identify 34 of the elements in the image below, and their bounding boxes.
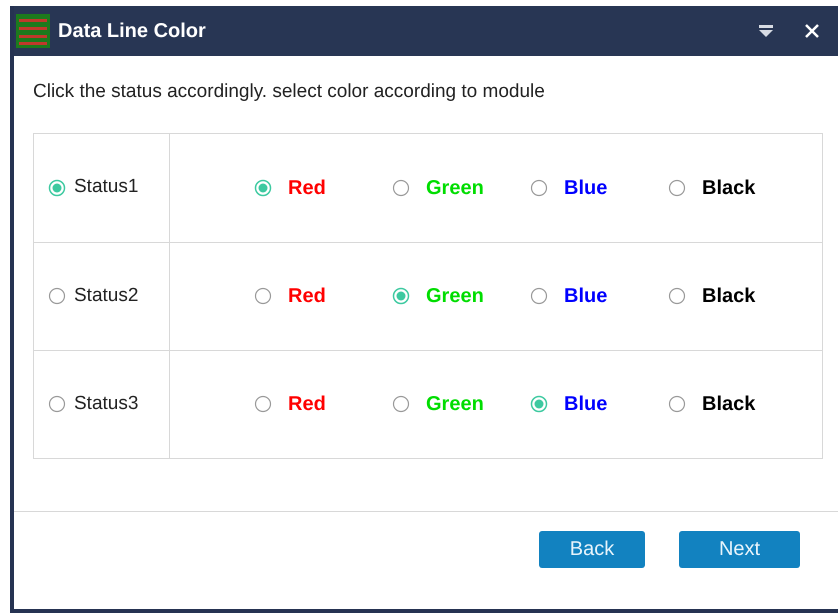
radio-button[interactable] bbox=[48, 178, 66, 196]
color-option-label[interactable]: Blue bbox=[564, 389, 608, 419]
radio-button[interactable] bbox=[392, 178, 410, 196]
color-option-label[interactable]: Red bbox=[288, 281, 326, 311]
radio-button[interactable] bbox=[392, 395, 410, 413]
radio-button[interactable] bbox=[48, 287, 66, 305]
next-button[interactable]: Next bbox=[679, 530, 800, 568]
circuit-board-icon bbox=[16, 14, 50, 48]
radio-button[interactable] bbox=[530, 395, 548, 413]
color-option-label[interactable]: Black bbox=[702, 281, 756, 311]
back-button[interactable]: Back bbox=[539, 530, 645, 568]
color-option-label[interactable]: Red bbox=[288, 389, 326, 419]
radio-button[interactable] bbox=[254, 287, 272, 305]
color-option-label[interactable]: Black bbox=[702, 389, 756, 419]
instruction-text: Click the status accordingly. select color according to module bbox=[33, 80, 546, 104]
color-option-label[interactable]: Black bbox=[702, 172, 756, 202]
radio-button[interactable] bbox=[530, 178, 548, 196]
window-title: Data Line Color bbox=[58, 19, 206, 44]
radio-button[interactable] bbox=[254, 178, 272, 196]
status-label[interactable]: Status3 bbox=[74, 390, 138, 418]
close-icon[interactable] bbox=[804, 23, 820, 39]
status-label[interactable]: Status1 bbox=[74, 173, 138, 202]
color-option-label[interactable]: Red bbox=[288, 172, 326, 202]
dropdown-icon[interactable] bbox=[758, 25, 774, 37]
color-option-label[interactable]: Blue bbox=[564, 172, 608, 202]
status-label[interactable]: Status2 bbox=[74, 282, 138, 310]
radio-button[interactable] bbox=[254, 395, 272, 413]
radio-button[interactable] bbox=[668, 178, 686, 196]
radio-button[interactable] bbox=[668, 395, 686, 413]
radio-button[interactable] bbox=[530, 287, 548, 305]
color-option-label[interactable]: Blue bbox=[564, 281, 608, 311]
radio-button[interactable] bbox=[48, 395, 66, 413]
radio-button[interactable] bbox=[668, 287, 686, 305]
radio-button[interactable] bbox=[392, 287, 410, 305]
